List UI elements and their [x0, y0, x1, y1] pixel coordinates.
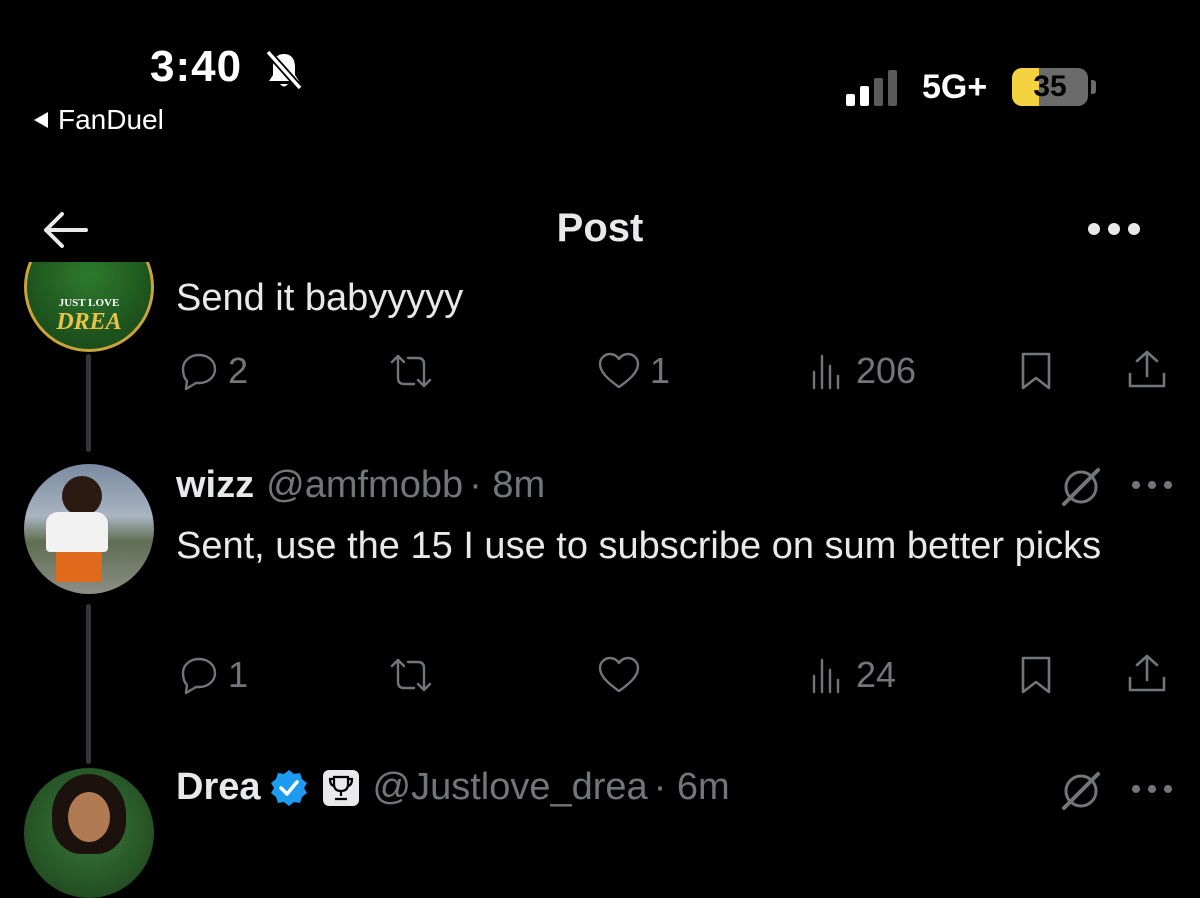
- grok-icon[interactable]: [1058, 768, 1104, 814]
- reply-button[interactable]: 2: [178, 350, 248, 392]
- verified-badge-icon: [270, 769, 307, 806]
- like-button[interactable]: 1: [596, 350, 670, 392]
- post-time: · 8m: [469, 464, 546, 506]
- views-button[interactable]: 24: [808, 654, 896, 696]
- avatar-figure-shirt: [46, 512, 108, 552]
- like-button[interactable]: [596, 654, 650, 696]
- avatar-logo-text-1: JUST LOVE: [58, 297, 120, 309]
- page-title: Post: [556, 206, 644, 250]
- bell-muted-icon: [265, 49, 303, 91]
- reply-icon: [181, 353, 217, 391]
- share-icon[interactable]: [1124, 652, 1170, 696]
- status-time: 3:40: [150, 42, 243, 91]
- signal-icon: [846, 70, 897, 106]
- repost-button[interactable]: [386, 654, 444, 696]
- author-name[interactable]: Drea: [176, 766, 261, 809]
- views-icon: [812, 658, 840, 694]
- views-button[interactable]: 206: [808, 350, 916, 392]
- reply-count: 1: [228, 654, 249, 695]
- back-app-label: FanDuel: [58, 104, 164, 135]
- avatar[interactable]: [24, 464, 154, 594]
- repost-icon: [390, 354, 432, 388]
- post-time: · 6m: [653, 766, 730, 808]
- more-options-icon[interactable]: [1130, 478, 1174, 492]
- views-count: 206: [856, 350, 917, 391]
- avatar-figure-face: [68, 792, 110, 842]
- author-handle[interactable]: @Justlove_drea: [373, 766, 648, 809]
- back-to-app-button[interactable]: FanDuel: [34, 104, 164, 136]
- share-icon[interactable]: [1124, 348, 1170, 392]
- avatar-figure-head: [62, 476, 102, 516]
- repost-button[interactable]: [386, 350, 444, 392]
- thread-line: [86, 604, 91, 764]
- views-count: 24: [856, 654, 897, 695]
- repost-icon: [390, 658, 432, 692]
- reply-button[interactable]: 1: [178, 654, 248, 696]
- grok-icon[interactable]: [1058, 464, 1104, 510]
- avatar-logo-text-2: DREA: [56, 309, 122, 335]
- thread-line: [86, 354, 91, 452]
- back-triangle-icon: [34, 112, 48, 128]
- trophy-badge-icon: [322, 769, 359, 806]
- post-text: Send it babyyyyy: [176, 277, 464, 319]
- post-header: Drea @Justlove_drea · 6m: [176, 766, 730, 809]
- battery-icon: 35: [1012, 68, 1088, 106]
- avatar[interactable]: JUST LOVE DREA: [24, 262, 154, 352]
- like-count: 1: [650, 350, 671, 391]
- more-options-icon[interactable]: [1130, 782, 1174, 796]
- like-icon: [598, 352, 640, 389]
- bookmark-icon[interactable]: [1016, 350, 1056, 392]
- avatar[interactable]: [24, 768, 154, 898]
- reply-icon: [181, 657, 217, 695]
- avatar-figure-shorts: [56, 552, 102, 582]
- battery-tip: [1091, 80, 1096, 94]
- more-options-icon[interactable]: [1086, 218, 1142, 240]
- like-icon: [598, 656, 640, 693]
- reply-count: 2: [228, 350, 249, 391]
- author-name[interactable]: wizz: [176, 464, 254, 507]
- network-type: 5G+: [922, 68, 988, 106]
- post-text: Sent, use the 15 I use to subscribe on s…: [176, 525, 1102, 567]
- author-handle[interactable]: @amfmobb: [266, 464, 463, 507]
- post-header: wizz @amfmobb · 8m: [176, 464, 545, 507]
- views-icon: [812, 354, 840, 390]
- bookmark-icon[interactable]: [1016, 654, 1056, 696]
- battery-percent: 35: [1033, 70, 1067, 103]
